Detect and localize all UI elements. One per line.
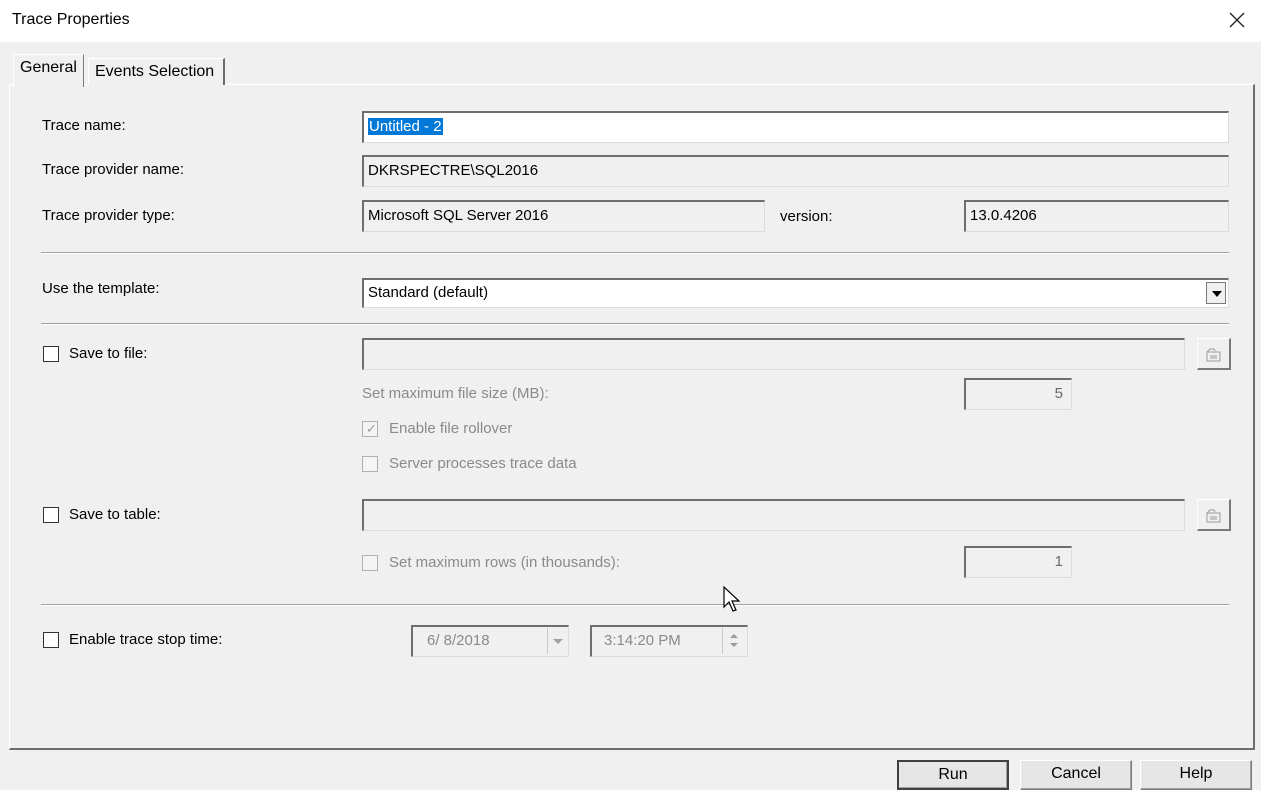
title-bar: Trace Properties [0,0,1261,42]
enable-rollover-checkbox[interactable]: ✓ [362,421,378,437]
provider-name-label: Trace provider name: [42,161,185,178]
max-file-size-input[interactable]: 5 [964,378,1072,410]
cancel-button[interactable]: Cancel [1020,760,1132,790]
provider-type-label: Trace provider type: [42,207,175,224]
save-to-table-input[interactable] [362,499,1185,531]
save-to-table-checkbox[interactable] [43,507,59,523]
divider [41,252,1229,254]
mouse-cursor-icon [723,585,741,612]
tab-general[interactable]: General [13,54,84,87]
check-icon: ✓ [366,421,377,436]
trace-name-input[interactable]: Untitled - 2 [362,111,1229,143]
chevron-down-icon[interactable] [547,628,567,654]
folder-browse-icon [1206,348,1221,362]
help-button[interactable]: Help [1140,760,1252,790]
enable-stop-time-label: Enable trace stop time: [69,631,223,648]
run-button[interactable]: Run [897,760,1009,790]
max-file-size-label: Set maximum file size (MB): [362,385,549,402]
version-field: 13.0.4206 [964,200,1229,232]
provider-type-field: Microsoft SQL Server 2016 [362,200,765,232]
save-to-file-path-input[interactable] [362,338,1185,370]
table-browse-icon [1206,509,1221,523]
server-processes-checkbox[interactable] [362,456,378,472]
chevron-down-icon[interactable] [1206,282,1226,304]
max-rows-checkbox[interactable] [362,555,378,571]
enable-rollover-label: Enable file rollover [389,420,513,437]
max-rows-label: Set maximum rows (in thousands): [389,554,620,571]
browse-file-button[interactable] [1197,338,1231,370]
enable-stop-time-checkbox[interactable] [43,632,59,648]
browse-table-button[interactable] [1197,499,1231,531]
time-spinner[interactable] [722,628,746,654]
version-label: version: [780,208,833,225]
divider [41,323,1229,325]
save-to-file-checkbox[interactable] [43,346,59,362]
trace-name-value: Untitled - 2 [368,118,443,135]
spin-down-icon[interactable] [730,643,738,647]
divider [41,604,1229,606]
stop-time-value: 3:14:20 PM [604,632,681,649]
save-to-table-label: Save to table: [69,506,161,523]
stop-date-picker[interactable]: 6/ 8/2018 [411,625,569,657]
save-to-file-label: Save to file: [69,345,148,362]
trace-name-label: Trace name: [42,117,126,134]
template-label: Use the template: [42,280,160,297]
server-processes-label: Server processes trace data [389,455,577,472]
stop-time-picker[interactable]: 3:14:20 PM [590,625,748,657]
close-icon[interactable] [1226,9,1248,31]
template-select-value: Standard (default) [368,284,489,301]
template-select[interactable]: Standard (default) [362,278,1229,308]
tab-events-selection[interactable]: Events Selection [88,58,225,85]
window-title: Trace Properties [12,11,130,28]
max-rows-input[interactable]: 1 [964,546,1072,578]
stop-date-value: 6/ 8/2018 [427,632,490,649]
provider-name-field: DKRSPECTRE\SQL2016 [362,155,1229,187]
spin-up-icon[interactable] [730,634,738,638]
